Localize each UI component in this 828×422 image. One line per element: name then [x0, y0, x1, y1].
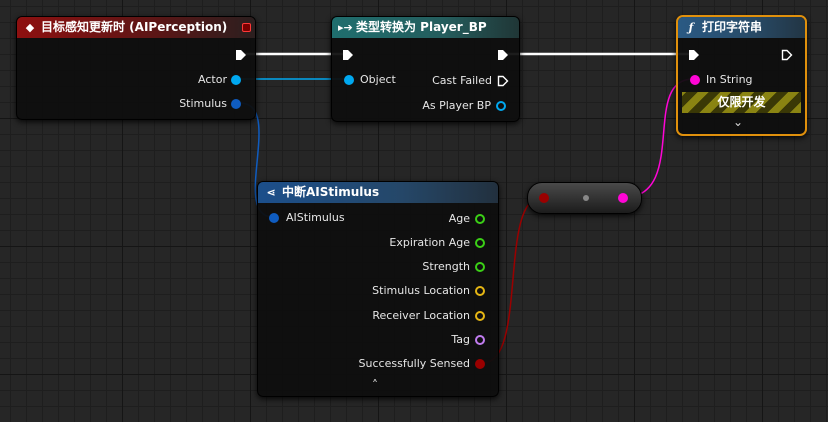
event-exec-output-pin[interactable] [235, 49, 247, 61]
actor-output-pin[interactable] [231, 75, 241, 85]
actor-pin-label: Actor [198, 73, 227, 86]
successfully-sensed-output-pin[interactable] [475, 359, 485, 369]
event-node-title: 目标感知更新时 (AIPerception) [41, 20, 228, 34]
print-exec-output-pin[interactable] [781, 49, 793, 61]
output-label-successfully-sensed: Successfully Sensed [358, 357, 470, 370]
on-target-perception-updated-node[interactable]: ◆ 目标感知更新时 (AIPerception) Actor Stimulus [16, 16, 256, 120]
in-string-pin-label: In String [706, 73, 753, 86]
conversion-bool-input-pin[interactable] [539, 193, 549, 203]
receiver-location-output-pin[interactable] [475, 311, 485, 321]
bool-to-string-conversion-node[interactable] [527, 182, 642, 214]
break-aistimulus-node[interactable]: ⋖ 中断AIStimulus AIStimulus Age Expiration … [257, 181, 499, 397]
cast-node-title: 类型转换为 Player_BP [356, 20, 487, 34]
break-struct-icon: ⋖ [266, 186, 276, 199]
object-input-pin[interactable] [344, 75, 354, 85]
cast-icon: ▸➔ [338, 21, 353, 34]
development-only-banner: 仅限开发 [682, 92, 801, 113]
cast-exec-input-pin[interactable] [342, 49, 354, 61]
expiration-age-output-pin[interactable] [475, 238, 485, 248]
as-player-bp-pin-label: As Player BP [422, 99, 491, 112]
break-node-title: 中断AIStimulus [282, 185, 380, 199]
aistimulus-input-label: AIStimulus [286, 211, 345, 224]
conversion-dot-icon [583, 195, 589, 201]
as-player-bp-output-pin[interactable] [496, 101, 506, 111]
function-icon: ƒ [688, 21, 694, 34]
output-label-receiver-location: Receiver Location [372, 309, 470, 322]
output-label-tag: Tag [451, 333, 470, 346]
strength-output-pin[interactable] [475, 262, 485, 272]
object-pin-label: Object [360, 73, 396, 86]
delegate-square-icon[interactable] [242, 23, 251, 32]
break-node-header[interactable]: ⋖ 中断AIStimulus [258, 182, 498, 203]
expand-chevron-icon[interactable]: ⌄ [733, 115, 743, 129]
tag-output-pin[interactable] [475, 335, 485, 345]
print-node-header[interactable]: ƒ 打印字符串 [678, 17, 805, 38]
age-output-pin[interactable] [475, 214, 485, 224]
aistimulus-input-pin[interactable] [269, 213, 279, 223]
event-node-header[interactable]: ◆ 目标感知更新时 (AIPerception) [17, 17, 255, 38]
cast-to-player-bp-node[interactable]: ▸➔ 类型转换为 Player_BP Object Cast Failed As … [331, 16, 520, 122]
collapse-chevron-icon[interactable]: ˄ [372, 378, 378, 392]
cast-exec-output-pin[interactable] [497, 49, 509, 61]
cast-failed-exec-pin[interactable] [497, 75, 509, 87]
print-string-node[interactable]: ƒ 打印字符串 In String 仅限开发 ⌄ [676, 15, 807, 136]
cast-failed-pin-label: Cast Failed [432, 74, 492, 87]
conversion-string-output-pin[interactable] [618, 193, 628, 203]
print-exec-input-pin[interactable] [688, 49, 700, 61]
event-icon: ◆ [25, 21, 35, 34]
cast-node-header[interactable]: ▸➔ 类型转换为 Player_BP [332, 17, 519, 38]
in-string-input-pin[interactable] [690, 75, 700, 85]
output-label-strength: Strength [422, 260, 470, 273]
output-label-expiration-age: Expiration Age [389, 236, 470, 249]
output-label-stimulus-location: Stimulus Location [372, 284, 470, 297]
stimulus-location-output-pin[interactable] [475, 286, 485, 296]
stimulus-output-pin[interactable] [231, 99, 241, 109]
output-label-age: Age [448, 212, 470, 225]
stimulus-pin-label: Stimulus [179, 97, 227, 110]
print-node-title: 打印字符串 [702, 20, 763, 34]
